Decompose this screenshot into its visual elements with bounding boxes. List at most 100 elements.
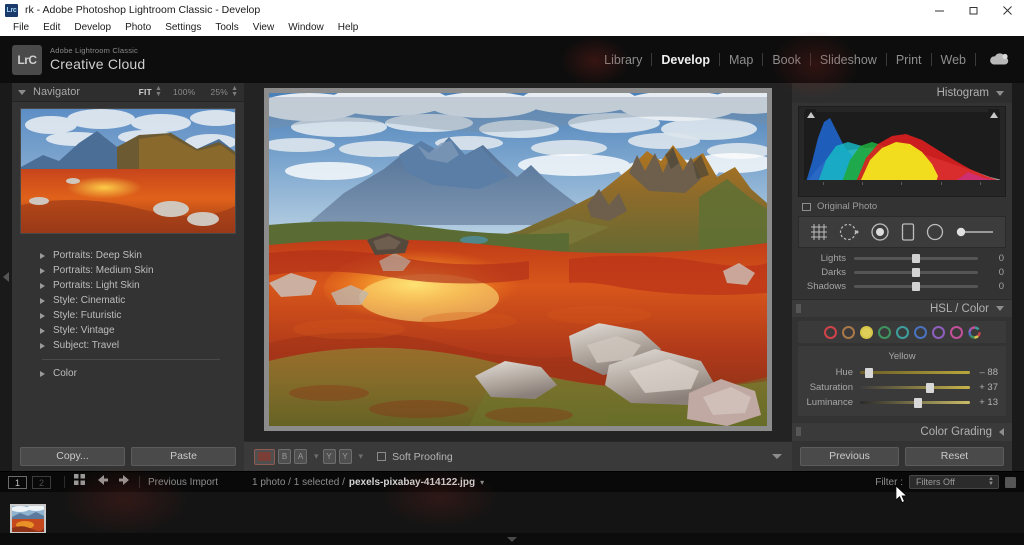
image-stage[interactable] — [264, 88, 772, 431]
slider-knob[interactable] — [912, 253, 920, 263]
preset-group-portraits-medium-skin[interactable]: Portraits: Medium Skin — [12, 263, 244, 278]
swatch-purple[interactable] — [931, 325, 945, 339]
menu-help[interactable]: Help — [331, 20, 366, 36]
original-photo-row[interactable]: Original Photo — [792, 197, 1012, 214]
filter-select[interactable]: Filters Off ▲ ▼ — [909, 475, 999, 489]
reset-button[interactable]: Reset — [905, 446, 1004, 466]
swatch-green[interactable] — [877, 325, 891, 339]
slider-shadows[interactable]: Shadows 0 — [800, 279, 1004, 293]
left-panel-toggle[interactable] — [0, 83, 12, 471]
before-after-icon[interactable]: B — [278, 449, 291, 464]
filename-caret-icon[interactable]: ▾ — [480, 478, 484, 487]
right-panel-toggle[interactable] — [1012, 83, 1024, 471]
hsl-slider-track[interactable] — [860, 382, 970, 393]
menu-window[interactable]: Window — [281, 20, 331, 36]
before-after-yy-icon[interactable]: Y — [322, 449, 336, 464]
crop-overlay-icon[interactable] — [809, 223, 829, 241]
preset-group-style-futuristic[interactable]: Style: Futuristic — [12, 308, 244, 323]
module-print[interactable]: Print — [887, 53, 931, 67]
module-develop[interactable]: Develop — [652, 53, 719, 67]
adjustment-brush-icon[interactable] — [955, 223, 995, 241]
filter-lock-icon[interactable] — [1005, 476, 1016, 488]
main-photo[interactable] — [269, 93, 767, 426]
copy-button[interactable]: Copy... — [20, 446, 125, 466]
menu-photo[interactable]: Photo — [118, 20, 158, 36]
menu-view[interactable]: View — [246, 20, 282, 36]
minimize-button[interactable] — [922, 0, 956, 20]
preset-group-style-vintage[interactable]: Style: Vintage — [12, 323, 244, 338]
spot-removal-icon[interactable] — [838, 222, 860, 242]
swatch-orange[interactable] — [841, 325, 855, 339]
swatch-red[interactable] — [823, 325, 837, 339]
hsl-slider-track[interactable] — [860, 397, 970, 408]
paste-button[interactable]: Paste — [131, 446, 236, 466]
slider-track[interactable] — [854, 253, 978, 263]
hsl-slider-saturation[interactable]: Saturation + 37 — [802, 380, 1002, 395]
module-book[interactable]: Book — [763, 53, 810, 67]
hsl-slider-track[interactable] — [860, 367, 970, 378]
previous-button[interactable]: Previous — [800, 446, 899, 466]
toolbar-collapse-icon[interactable] — [772, 454, 782, 459]
preset-group-subject-travel[interactable]: Subject: Travel — [12, 338, 244, 353]
hsl-slider-knob[interactable] — [864, 367, 873, 378]
cloud-sync-icon[interactable] — [988, 52, 1010, 67]
zoom-25[interactable]: 25% — [210, 87, 228, 97]
navigator-preview[interactable] — [20, 108, 236, 234]
arrow-right-icon[interactable] — [118, 473, 131, 491]
zoom-100[interactable]: 100% — [173, 87, 196, 97]
before-after-a-icon[interactable]: A — [294, 449, 307, 464]
filmstrip-collapse-bar[interactable] — [0, 533, 1024, 545]
soft-proofing-checkbox[interactable] — [377, 452, 387, 461]
menu-tools[interactable]: Tools — [208, 20, 245, 36]
slider-knob[interactable] — [912, 267, 920, 277]
menu-develop[interactable]: Develop — [67, 20, 118, 36]
menu-edit[interactable]: Edit — [36, 20, 67, 36]
navigator-header[interactable]: Navigator FIT ▲ ▼ 100% 25% ▲ ▼ — [12, 83, 244, 102]
menu-file[interactable]: File — [6, 20, 36, 36]
preset-group-portraits-deep-skin[interactable]: Portraits: Deep Skin — [12, 248, 244, 263]
color-grading-header[interactable]: Color Grading — [792, 423, 1012, 441]
red-eye-icon[interactable] — [870, 222, 890, 242]
swatch-yellow[interactable] — [859, 325, 873, 339]
hsl-slider-hue[interactable]: Hue – 88 — [802, 365, 1002, 380]
slider-darks[interactable]: Darks 0 — [800, 265, 1004, 279]
preset-group-portraits-light-skin[interactable]: Portraits: Light Skin — [12, 278, 244, 293]
arrow-left-icon[interactable] — [96, 473, 109, 491]
zoom-fit[interactable]: FIT — [139, 87, 152, 97]
menu-settings[interactable]: Settings — [158, 20, 208, 36]
zoom-custom-stepper[interactable]: ▲ ▼ — [231, 85, 238, 99]
zoom-fit-stepper[interactable]: ▲ ▼ — [155, 85, 162, 99]
hsl-slider-knob[interactable] — [914, 397, 923, 408]
module-web[interactable]: Web — [932, 53, 975, 67]
module-library[interactable]: Library — [595, 53, 651, 67]
radial-gradient-mask-icon[interactable] — [925, 222, 945, 242]
slider-track[interactable] — [854, 281, 978, 291]
maximize-button[interactable] — [956, 0, 990, 20]
hsl-slider-luminance[interactable]: Luminance + 13 — [802, 395, 1002, 410]
highlight-clipping-icon[interactable] — [988, 109, 999, 120]
loupe-view-icon[interactable] — [254, 448, 275, 465]
filmstrip-page-1[interactable]: 1 — [8, 475, 27, 489]
preset-group-style-cinematic[interactable]: Style: Cinematic — [12, 293, 244, 308]
preset-group-color[interactable]: Color — [12, 366, 244, 381]
histogram-header[interactable]: Histogram — [792, 83, 1012, 103]
filmstrip-thumbnail-1[interactable] — [10, 503, 46, 534]
swatch-magenta[interactable] — [949, 325, 963, 339]
swatch-aqua[interactable] — [895, 325, 909, 339]
swatch-blue[interactable] — [913, 325, 927, 339]
before-after-caret-icon[interactable]: ▾ — [314, 451, 319, 462]
linear-gradient-mask-icon[interactable] — [900, 222, 916, 242]
module-slideshow[interactable]: Slideshow — [811, 53, 886, 67]
hsl-color-header[interactable]: HSL / Color — [792, 299, 1012, 317]
slider-knob[interactable] — [912, 281, 920, 291]
filmstrip-source[interactable]: Previous Import — [148, 477, 218, 488]
grid-view-icon[interactable] — [73, 473, 86, 491]
close-button[interactable] — [990, 0, 1024, 20]
slider-track[interactable] — [854, 267, 978, 277]
filmstrip-filename[interactable]: pexels-pixabay-414122.jpg — [349, 477, 475, 488]
before-after-yy2-icon[interactable]: Y — [338, 449, 352, 464]
histogram-panel[interactable] — [798, 106, 1006, 197]
yy-caret-icon[interactable]: ▾ — [359, 451, 364, 462]
slider-lights[interactable]: Lights 0 — [800, 251, 1004, 265]
module-map[interactable]: Map — [720, 53, 762, 67]
